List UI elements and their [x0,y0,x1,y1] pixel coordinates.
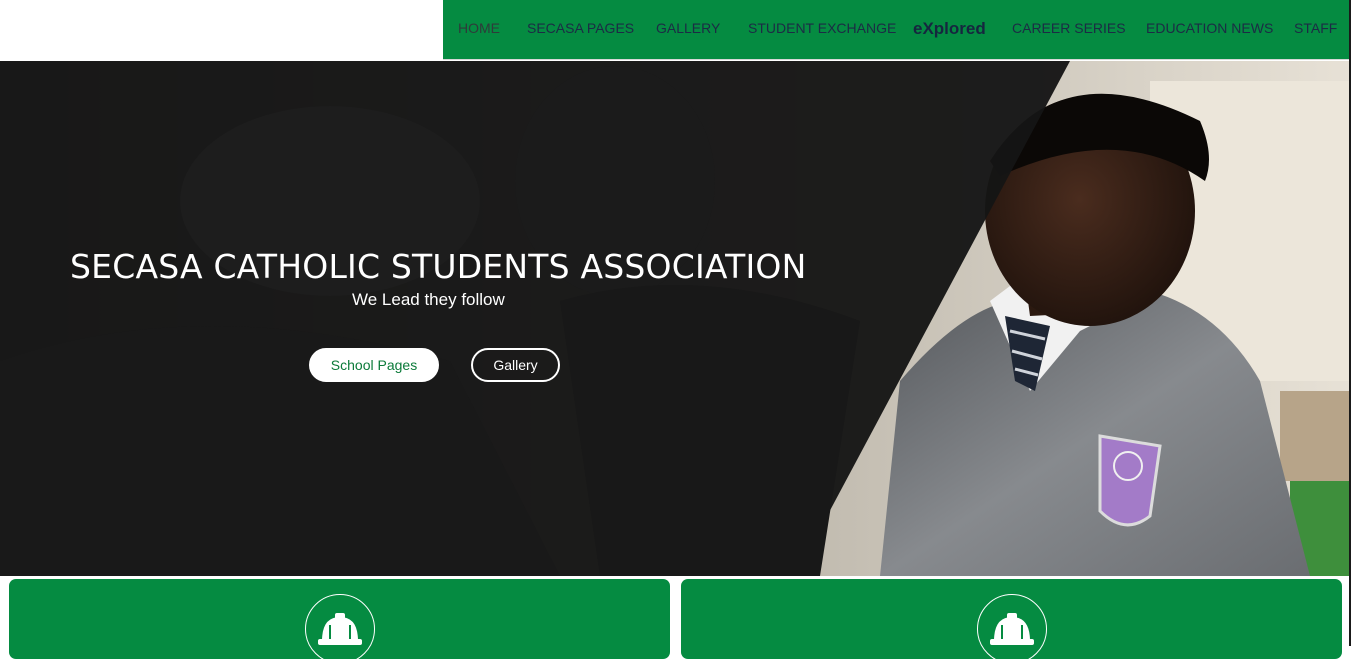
nav-student-exchange[interactable]: STUDENT EXCHANGE [748,20,896,36]
nav-staff[interactable]: STAFF [1294,20,1337,36]
nav-home[interactable]: HOME [458,20,500,36]
gallery-button[interactable]: Gallery [471,348,560,382]
hero-subtitle: We Lead they follow [352,290,505,309]
school-pages-button[interactable]: School Pages [309,348,439,382]
nav-secasa-pages[interactable]: SECASA PAGES [527,20,634,36]
hero-title: SECASA CATHOLIC STUDENTS ASSOCIATION [70,247,807,286]
nav-explored[interactable]: eXplored [913,19,986,39]
nav-gallery[interactable]: GALLERY [656,20,720,36]
feature-card-2 [681,579,1342,659]
hard-hat-icon [976,594,1047,659]
feature-card-1 [9,579,670,659]
hero-banner: SECASA CATHOLIC STUDENTS ASSOCIATION We … [0,61,1351,576]
logo-area [0,0,443,60]
nav-career-series[interactable]: CAREER SERIES [1012,20,1126,36]
nav-education-news[interactable]: EDUCATION NEWS [1146,20,1273,36]
hard-hat-icon [304,594,375,659]
hero-dark-overlay [0,61,1070,576]
top-navigation: HOME SECASA PAGES GALLERY STUDENT EXCHAN… [443,0,1351,60]
